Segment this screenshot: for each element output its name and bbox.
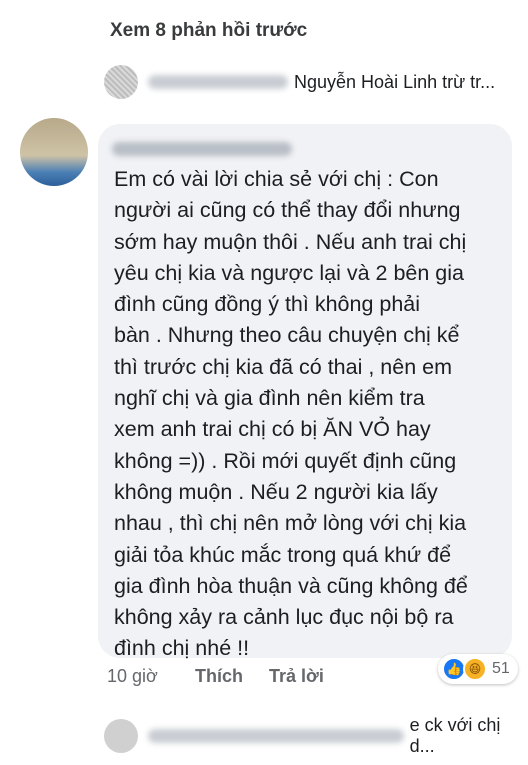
reply-preview-text: Nguyễn Hoài Linh trừ tr... xyxy=(294,71,496,92)
comment-timestamp[interactable]: 10 giờ xyxy=(107,666,195,687)
comment-bubble: Em có vài lời chia sẻ với chị : Con ngườ… xyxy=(98,124,512,660)
blurred-author-name xyxy=(148,75,288,89)
comment-text: Em có vài lời chia sẻ với chị : Con ngườ… xyxy=(114,167,468,661)
avatar[interactable] xyxy=(104,719,138,753)
haha-icon: 😆 xyxy=(463,657,487,681)
next-reply-preview[interactable]: e ck với chị d... xyxy=(104,715,524,756)
commenter-avatar[interactable] xyxy=(20,118,88,186)
reaction-count: 51 xyxy=(492,660,510,677)
view-previous-replies-link[interactable]: Xem 8 phản hồi trước xyxy=(110,20,307,42)
avatar[interactable] xyxy=(104,65,138,99)
collapsed-reply-preview[interactable]: Nguyễn Hoài Linh trừ tr... xyxy=(104,64,524,100)
like-button[interactable]: Thích xyxy=(195,666,243,687)
next-reply-text: e ck với chị d... xyxy=(409,715,501,756)
comment-actions: 10 giờ Thích Trả lời xyxy=(107,666,350,687)
reply-button[interactable]: Trả lời xyxy=(269,666,324,687)
blurred-author-name[interactable] xyxy=(112,142,292,156)
reaction-summary[interactable]: 👍 😆 51 xyxy=(438,654,518,684)
blurred-reply-content xyxy=(148,729,404,743)
